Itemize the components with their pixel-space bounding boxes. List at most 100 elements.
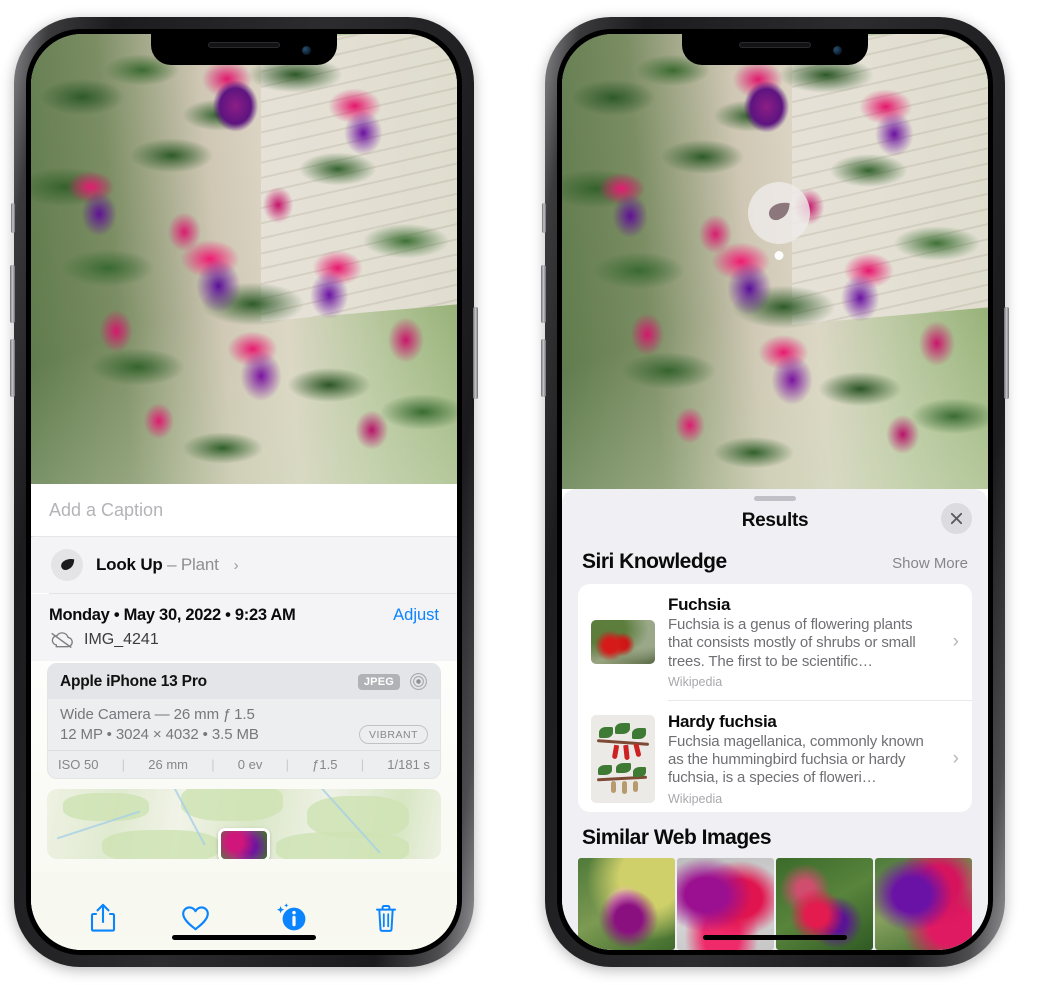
thumb-bud xyxy=(622,780,627,794)
home-indicator[interactable] xyxy=(703,935,847,940)
photo-softening-layer xyxy=(31,34,457,484)
chevron-right-icon: › xyxy=(233,556,239,574)
web-image-1[interactable] xyxy=(578,858,675,950)
delete-button[interactable] xyxy=(374,904,398,933)
info-button[interactable] xyxy=(275,902,309,934)
sparkle-icon: ✦ xyxy=(31,530,35,545)
exif-stat-separator: | xyxy=(121,757,126,772)
exif-stat-ev: 0 ev xyxy=(237,757,263,772)
caption-input[interactable]: Add a Caption xyxy=(31,484,457,536)
photographic-style-badge: VIBRANT xyxy=(358,725,428,744)
format-badge: JPEG xyxy=(357,673,400,690)
knowledge-source: Wikipedia xyxy=(668,791,723,806)
favorite-button[interactable] xyxy=(181,905,210,932)
mute-switch[interactable] xyxy=(11,203,15,233)
spec-line-row: 12 MP • 3024 × 4032 • 3.5 MB VIBRANT xyxy=(60,725,428,744)
file-name: IMG_4241 xyxy=(84,631,159,648)
knowledge-title: Fuchsia xyxy=(668,594,731,614)
list-item[interactable]: Fuchsia Fuchsia is a genus of flowering … xyxy=(578,584,972,700)
look-up-label: Look Up – Plant xyxy=(96,555,219,574)
location-map-thumbnail[interactable] xyxy=(47,789,441,859)
knowledge-description: Fuchsia is a genus of flowering plants t… xyxy=(668,615,916,670)
exif-stat-aperture: ƒ1.5 xyxy=(312,757,338,772)
exif-stats-row: ISO 50 | 26 mm | 0 ev | ƒ1.5 | 1/181 s xyxy=(48,750,440,778)
exif-card[interactable]: Apple iPhone 13 Pro JPEG Wide Camera — 2… xyxy=(47,663,441,779)
mute-switch[interactable] xyxy=(542,203,546,233)
knowledge-thumbnail xyxy=(591,619,655,664)
siri-knowledge-card: Fuchsia Fuchsia is a genus of flowering … xyxy=(578,583,972,812)
power-button[interactable] xyxy=(473,307,478,399)
thumb-leaf xyxy=(616,762,631,773)
results-header: Results xyxy=(562,501,988,546)
date-text: Monday • May 30, 2022 • 9:23 AM xyxy=(49,606,296,624)
list-item[interactable]: Hardy fuchsia Fuchsia magellanica, commo… xyxy=(578,701,972,812)
front-camera-icon xyxy=(833,46,842,55)
knowledge-source: Wikipedia xyxy=(668,674,723,689)
leaf-icon xyxy=(51,549,83,581)
volume-down-button[interactable] xyxy=(541,339,546,397)
device-model: Apple iPhone 13 Pro xyxy=(60,672,207,690)
earpiece-speaker xyxy=(739,42,811,48)
similar-web-images-header: Similar Web Images xyxy=(562,812,988,858)
adjust-button[interactable]: Adjust xyxy=(393,606,439,625)
knowledge-title: Hardy fuchsia xyxy=(668,711,777,731)
photo-softening-layer xyxy=(562,34,988,489)
map-pin-thumbnail xyxy=(221,831,267,859)
thumb-leaf xyxy=(633,766,646,777)
share-button[interactable] xyxy=(90,903,116,933)
show-more-button[interactable]: Show More xyxy=(892,555,968,572)
exif-stat-focal: 26 mm xyxy=(148,757,188,772)
thumb-bud xyxy=(633,780,638,792)
siri-knowledge-title: Siri Knowledge xyxy=(582,549,727,573)
thumb-leaf xyxy=(599,726,613,738)
leaf-icon[interactable] xyxy=(748,182,810,260)
knowledge-body: Fuchsia Fuchsia is a genus of flowering … xyxy=(668,595,938,689)
lookup-anchor-dot xyxy=(774,251,784,260)
volume-down-button[interactable] xyxy=(10,339,15,397)
thumb-leaf xyxy=(632,727,646,739)
notch xyxy=(682,34,868,65)
exif-header-badges: JPEG xyxy=(357,672,428,691)
map-photo-pin[interactable] xyxy=(218,828,270,859)
siri-knowledge-header: Siri Knowledge Show More xyxy=(562,546,988,584)
knowledge-thumbnail xyxy=(591,714,655,803)
earpiece-speaker xyxy=(208,42,280,48)
web-image-4[interactable] xyxy=(875,858,972,950)
spec-line: 12 MP • 3024 × 4032 • 3.5 MB xyxy=(60,726,259,743)
power-button[interactable] xyxy=(1004,307,1009,399)
exif-stat-shutter: 1/181 s xyxy=(387,757,430,772)
photo-viewer[interactable] xyxy=(562,34,988,489)
volume-up-button[interactable] xyxy=(10,265,15,323)
similar-web-images-title: Similar Web Images xyxy=(582,826,772,849)
exif-stat-separator: | xyxy=(211,757,215,772)
thumb-flower xyxy=(623,744,630,760)
photo-info-sheet: Add a Caption ✦ ✦ Look Up – Plant › xyxy=(31,484,457,950)
thumb-flower xyxy=(611,744,620,760)
chevron-right-icon: › xyxy=(952,630,959,652)
thumb-bud xyxy=(611,780,616,793)
right-phone-screen: Results Siri Knowledge Show More Fuchsia… xyxy=(562,34,988,950)
exif-stat-separator: | xyxy=(360,757,365,772)
cloud-slash-icon xyxy=(49,631,74,649)
close-icon[interactable] xyxy=(941,502,972,534)
page-title: Results xyxy=(741,509,809,531)
volume-up-button[interactable] xyxy=(541,265,546,323)
photo-viewer[interactable] xyxy=(31,34,457,484)
home-indicator[interactable] xyxy=(172,935,316,940)
date-row: Monday • May 30, 2022 • 9:23 AM Adjust xyxy=(31,594,457,627)
exif-stat-iso: ISO 50 xyxy=(58,757,99,772)
file-row: IMG_4241 xyxy=(31,627,457,661)
right-phone-device: Results Siri Knowledge Show More Fuchsia… xyxy=(541,17,1009,967)
knowledge-description: Fuchsia magellanica, commonly known as t… xyxy=(668,732,924,787)
map-green-area xyxy=(62,793,150,822)
thumb-leaf xyxy=(615,722,630,734)
left-phone-bezel: Add a Caption ✦ ✦ Look Up – Plant › xyxy=(26,29,462,955)
screenshot-canvas: Add a Caption ✦ ✦ Look Up – Plant › xyxy=(0,0,1055,985)
left-phone-screen: Add a Caption ✦ ✦ Look Up – Plant › xyxy=(31,34,457,950)
left-phone-device: Add a Caption ✦ ✦ Look Up – Plant › xyxy=(10,17,478,967)
results-sheet: Results Siri Knowledge Show More Fuchsia… xyxy=(562,489,988,950)
knowledge-body: Hardy fuchsia Fuchsia magellanica, commo… xyxy=(668,712,938,806)
exif-header: Apple iPhone 13 Pro JPEG xyxy=(48,664,440,699)
look-up-row[interactable]: ✦ ✦ Look Up – Plant › xyxy=(31,530,457,593)
thumb-leaf xyxy=(598,764,612,775)
